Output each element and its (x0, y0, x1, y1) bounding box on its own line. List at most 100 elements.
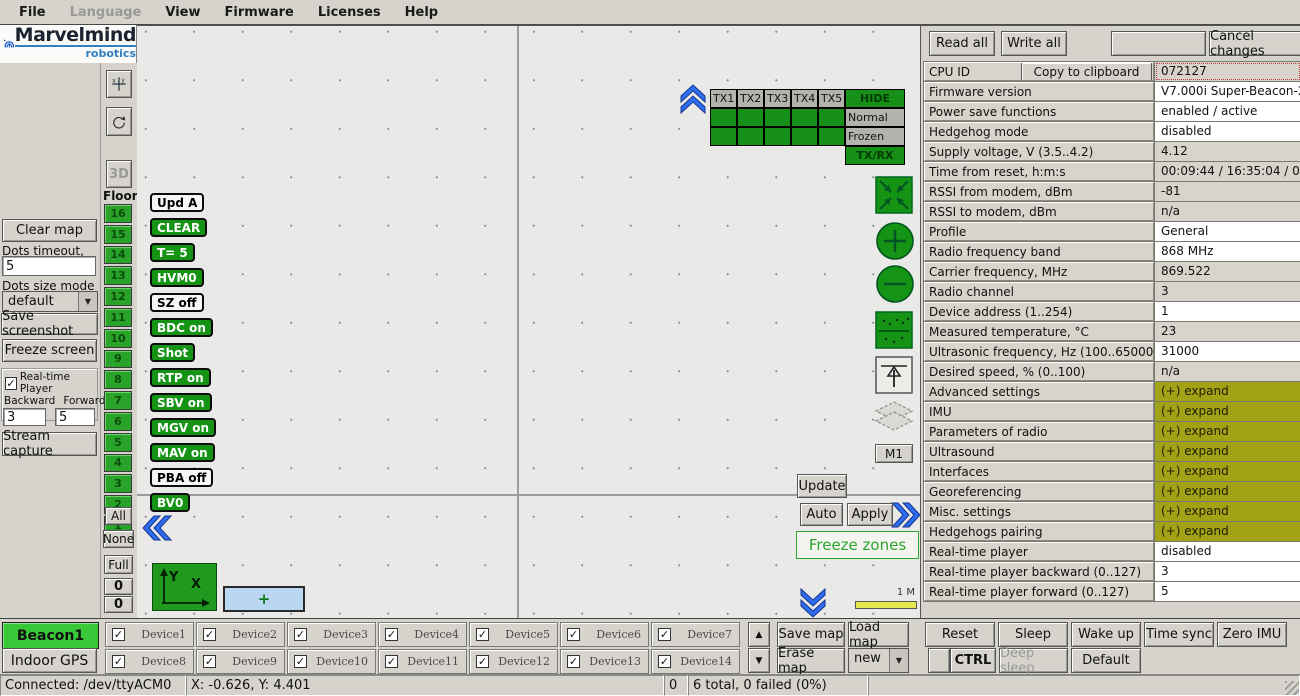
backward-input[interactable]: 3 (3, 408, 46, 426)
cancel-changes-button[interactable]: Cancel changes (1209, 31, 1300, 56)
zoom-in-icon[interactable] (875, 221, 915, 261)
scroll-up-button[interactable]: ▲ (748, 622, 770, 647)
action-upd-a-button[interactable]: Upd A (150, 193, 204, 212)
prop-value-parameters-of-radio[interactable]: (+) expand (1155, 422, 1300, 441)
auto-button[interactable]: Auto (800, 503, 843, 526)
rotate-tool-button[interactable] (106, 107, 132, 136)
device-toggle-device8[interactable]: ✓Device8 (105, 649, 194, 674)
collapse-left-icon[interactable] (142, 515, 172, 541)
checkbox-checked-icon[interactable]: ✓ (385, 655, 398, 668)
device-toggle-device11[interactable]: ✓Device11 (378, 649, 467, 674)
action-mgv-on-button[interactable]: MGV on (150, 418, 216, 437)
load-map-button[interactable]: Load map (848, 622, 909, 647)
stream-capture-button[interactable]: Stream capture (2, 432, 97, 456)
prop-value-radio-frequency-band[interactable]: 868 MHz (1155, 242, 1300, 261)
collapse-down-icon[interactable] (800, 588, 826, 618)
tx-state-cell[interactable] (764, 108, 791, 127)
tx-state-cell[interactable] (791, 127, 818, 146)
action-clear-button[interactable]: CLEAR (150, 218, 207, 237)
tx-rx-button[interactable]: TX/RX (845, 146, 905, 165)
update-button[interactable]: Update (797, 474, 847, 498)
tx-state-cell[interactable] (818, 108, 845, 127)
checkbox-checked-icon[interactable]: ✓ (385, 628, 398, 641)
dots-timeout-input[interactable]: 5 (2, 256, 96, 276)
device-toggle-device12[interactable]: ✓Device12 (469, 649, 558, 674)
action-shot-button[interactable]: Shot (150, 343, 195, 362)
dots-display-icon[interactable] (875, 311, 913, 349)
prop-value-interfaces[interactable]: (+) expand (1155, 462, 1300, 481)
tx-hide-button[interactable]: HIDE (845, 89, 905, 108)
read-all-button[interactable]: Read all (929, 31, 995, 56)
floors-none-button[interactable]: None (103, 530, 134, 548)
m1-button[interactable]: M1 (875, 444, 913, 463)
floor-button-9[interactable]: 9 (104, 350, 132, 369)
device-toggle-device10[interactable]: ✓Device10 (287, 649, 376, 674)
apply-button[interactable]: Apply (847, 503, 893, 526)
tx-col-tx2[interactable]: TX2 (737, 89, 764, 108)
counter-bottom[interactable]: 0 (104, 596, 133, 613)
checkbox-checked-icon[interactable]: ✓ (294, 655, 307, 668)
floor-button-10[interactable]: 10 (104, 329, 132, 348)
expand-right-icon[interactable] (891, 502, 920, 528)
floor-button-13[interactable]: 13 (104, 266, 132, 285)
floor-button-7[interactable]: 7 (104, 391, 132, 410)
layers-icon[interactable] (873, 399, 915, 439)
device-toggle-device14[interactable]: ✓Device14 (651, 649, 740, 674)
beacon1-tab[interactable]: Beacon1 (2, 622, 99, 649)
tx-col-tx3[interactable]: TX3 (764, 89, 791, 108)
checkbox-checked-icon[interactable]: ✓ (658, 628, 671, 641)
device-toggle-device4[interactable]: ✓Device4 (378, 622, 467, 647)
menu-file[interactable]: File (8, 3, 57, 22)
tx-col-tx4[interactable]: TX4 (791, 89, 818, 108)
chevron-down-icon[interactable]: ▼ (889, 649, 908, 672)
resize-grip-icon[interactable] (1285, 681, 1299, 695)
checkbox-checked-icon[interactable]: ✓ (476, 628, 489, 641)
checkbox-checked-icon[interactable]: ✓ (203, 655, 216, 668)
device-toggle-device7[interactable]: ✓Device7 (651, 622, 740, 647)
checkbox-checked-icon[interactable]: ✓ (658, 655, 671, 668)
tx-state-cell[interactable] (737, 127, 764, 146)
device-toggle-device6[interactable]: ✓Device6 (560, 622, 649, 647)
tx-state-cell[interactable] (710, 127, 737, 146)
tx-state-cell[interactable] (764, 127, 791, 146)
realtime-player-checkbox[interactable]: ✓ (5, 377, 17, 390)
zero-imu-button[interactable]: Zero IMU (1217, 622, 1287, 647)
action-sbv-on-button[interactable]: SBV on (150, 393, 212, 412)
checkbox-checked-icon[interactable]: ✓ (294, 628, 307, 641)
wake-up-button[interactable]: Wake up (1071, 622, 1141, 647)
floor-button-12[interactable]: 12 (104, 287, 132, 306)
menu-view[interactable]: View (154, 3, 211, 22)
tx-row-normal[interactable]: Normal (845, 108, 905, 127)
menu-licenses[interactable]: Licenses (307, 3, 392, 22)
prop-value-real-time-player-forward-0-127[interactable]: 5 (1155, 582, 1300, 601)
device-toggle-device2[interactable]: ✓Device2 (196, 622, 285, 647)
floor-button-11[interactable]: 11 (104, 308, 132, 327)
blank-button[interactable] (1111, 31, 1206, 56)
prop-value-hedgehog-mode[interactable]: disabled (1155, 122, 1300, 141)
menu-firmware[interactable]: Firmware (214, 3, 305, 22)
zoom-out-icon[interactable] (875, 264, 915, 304)
action-t-5-button[interactable]: T= 5 (150, 243, 195, 262)
prop-value-georeferencing[interactable]: (+) expand (1155, 482, 1300, 501)
device-toggle-device9[interactable]: ✓Device9 (196, 649, 285, 674)
prop-value-power-save-functions[interactable]: enabled / active (1155, 102, 1300, 121)
action-hvm0-button[interactable]: HVM0 (150, 268, 204, 287)
indoor-gps-tab[interactable]: Indoor GPS (2, 648, 97, 673)
default-button[interactable]: Default (1071, 648, 1141, 673)
prop-value-hedgehogs-pairing[interactable]: (+) expand (1155, 522, 1300, 541)
tx-state-cell[interactable] (791, 108, 818, 127)
action-bdc-on-button[interactable]: BDC on (150, 318, 213, 337)
prop-value-imu[interactable]: (+) expand (1155, 402, 1300, 421)
checkbox-checked-icon[interactable]: ✓ (567, 655, 580, 668)
floor-button-3[interactable]: 3 (104, 474, 132, 493)
freeze-zones-button[interactable]: Freeze zones (796, 531, 919, 559)
action-rtp-on-button[interactable]: RTP on (150, 368, 211, 387)
write-all-button[interactable]: Write all (1001, 31, 1067, 56)
device-toggle-device13[interactable]: ✓Device13 (560, 649, 649, 674)
ctrl-indicator-box[interactable] (928, 648, 950, 673)
3d-view-button[interactable]: 3D (106, 160, 132, 188)
save-map-button[interactable]: Save map (777, 622, 845, 647)
floor-button-4[interactable]: 4 (104, 454, 132, 473)
counter-top[interactable]: 0 (104, 578, 133, 595)
tx-state-cell[interactable] (710, 108, 737, 127)
